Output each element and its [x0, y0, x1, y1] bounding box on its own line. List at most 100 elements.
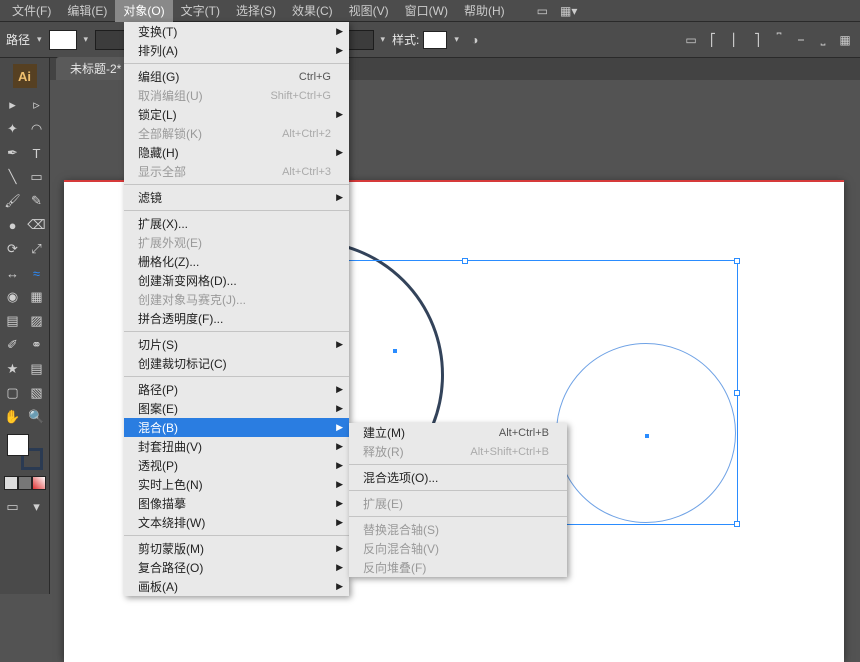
- object-menu-item-3[interactable]: 编组(G)Ctrl+G: [124, 67, 349, 86]
- menu-select[interactable]: 选择(S): [228, 0, 284, 22]
- object-menu-item-25[interactable]: 封套扭曲(V)▶: [124, 437, 349, 456]
- handle-tr[interactable]: [734, 258, 740, 264]
- screen-mode-more-icon[interactable]: ▾: [26, 496, 48, 518]
- chevron-down-icon[interactable]: ▾: [378, 34, 389, 45]
- fill-color[interactable]: [7, 434, 29, 456]
- object-menu-item-22[interactable]: 路径(P)▶: [124, 380, 349, 399]
- magic-wand-tool[interactable]: ✦: [2, 118, 24, 140]
- menu-window[interactable]: 窗口(W): [397, 0, 456, 22]
- perspective-tool[interactable]: ▦: [26, 286, 48, 308]
- menu-item-label: 栅格化(Z)...: [138, 253, 331, 270]
- menu-item-label: 变换(T): [138, 23, 331, 40]
- menu-text[interactable]: 文字(T): [173, 0, 228, 22]
- chevron-down-icon[interactable]: ▾: [451, 34, 462, 45]
- fill-stroke-control[interactable]: [7, 434, 43, 470]
- slice-tool[interactable]: ▧: [26, 382, 48, 404]
- object-menu-item-26[interactable]: 透视(P)▶: [124, 456, 349, 475]
- object-menu-item-10[interactable]: 滤镜▶: [124, 188, 349, 207]
- zoom-tool[interactable]: 🔍: [26, 406, 48, 428]
- warp-tool[interactable]: ≈: [26, 262, 48, 284]
- menu-help[interactable]: 帮助(H): [456, 0, 513, 22]
- object-menu-item-20[interactable]: 创建裁切标记(C): [124, 354, 349, 373]
- eraser-tool[interactable]: ⌫: [26, 214, 48, 236]
- object-menu-item-27[interactable]: 实时上色(N)▶: [124, 475, 349, 494]
- recolor-icon[interactable]: ◑: [466, 31, 484, 49]
- object-menu-item-12[interactable]: 扩展(X)...: [124, 214, 349, 233]
- object-menu-item-28[interactable]: 图像描摹▶: [124, 494, 349, 513]
- rectangle-tool[interactable]: ▭: [26, 166, 48, 188]
- brush-tool[interactable]: 🖌: [2, 190, 24, 212]
- object-menu-item-17[interactable]: 拼合透明度(F)...: [124, 309, 349, 328]
- align-bottom-icon[interactable]: ⎵: [814, 31, 832, 49]
- eyedropper-tool[interactable]: ✐: [2, 334, 24, 356]
- screen-mode-icon[interactable]: ▭: [2, 496, 24, 518]
- selection-tool[interactable]: ▸: [2, 94, 24, 116]
- menu-view[interactable]: 视图(V): [341, 0, 397, 22]
- pencil-tool[interactable]: ✎: [26, 190, 48, 212]
- object-menu-item-1[interactable]: 排列(A)▶: [124, 41, 349, 60]
- symbol-tool[interactable]: ★: [2, 358, 24, 380]
- align-top-icon[interactable]: ⎴: [770, 31, 788, 49]
- menu-object[interactable]: 对象(O): [115, 0, 172, 22]
- chevron-down-icon[interactable]: ▾: [34, 34, 45, 45]
- style-swatch[interactable]: [423, 31, 447, 49]
- handle-br[interactable]: [734, 521, 740, 527]
- object-menu-item-7[interactable]: 隐藏(H)▶: [124, 143, 349, 162]
- object-menu-item-23[interactable]: 图案(E)▶: [124, 399, 349, 418]
- submenu-arrow-icon: ▶: [336, 339, 343, 350]
- type-tool[interactable]: T: [26, 142, 48, 164]
- handle-tc[interactable]: [462, 258, 468, 264]
- menu-file[interactable]: 文件(F): [4, 0, 59, 22]
- menu-effect[interactable]: 效果(C): [284, 0, 341, 22]
- menu-edit[interactable]: 编辑(E): [59, 0, 115, 22]
- object-menu-item-0[interactable]: 变换(T)▶: [124, 22, 349, 41]
- draw-behind-icon[interactable]: [18, 476, 32, 490]
- menu-item-label: 显示全部: [138, 163, 282, 180]
- mesh-tool[interactable]: ▤: [2, 310, 24, 332]
- menu-item-shortcut: Shift+Ctrl+G: [270, 90, 331, 102]
- object-menu-item-14[interactable]: 栅格化(Z)...: [124, 252, 349, 271]
- draw-inside-icon[interactable]: [32, 476, 46, 490]
- blend-tool[interactable]: ⚭: [26, 334, 48, 356]
- scale-tool[interactable]: ⤢: [26, 238, 48, 260]
- object-menu-separator: [124, 210, 349, 211]
- align-left-icon[interactable]: ⎡: [704, 31, 722, 49]
- blend-menu-item-3[interactable]: 混合选项(O)...: [349, 468, 567, 487]
- align-middle-icon[interactable]: ⎯: [792, 31, 810, 49]
- align-icon[interactable]: ▭: [682, 31, 700, 49]
- draw-normal-icon[interactable]: [4, 476, 18, 490]
- graph-tool[interactable]: ▤: [26, 358, 48, 380]
- align-right-icon[interactable]: ⎤: [748, 31, 766, 49]
- layout-icon[interactable]: ▦▾: [554, 2, 583, 20]
- object-menu-item-5[interactable]: 锁定(L)▶: [124, 105, 349, 124]
- artboard-tool[interactable]: ▢: [2, 382, 24, 404]
- fill-swatch[interactable]: [49, 30, 77, 50]
- blob-brush-tool[interactable]: ●: [2, 214, 24, 236]
- pen-tool[interactable]: ✒: [2, 142, 24, 164]
- blend-menu-item-0[interactable]: 建立(M)Alt+Ctrl+B: [349, 423, 567, 442]
- shape-builder-tool[interactable]: ◉: [2, 286, 24, 308]
- menu-item-label: 建立(M): [363, 424, 499, 441]
- submenu-arrow-icon: ▶: [336, 441, 343, 452]
- object-menu-item-15[interactable]: 创建渐变网格(D)...: [124, 271, 349, 290]
- submenu-arrow-icon: ▶: [336, 498, 343, 509]
- hand-tool[interactable]: ✋: [2, 406, 24, 428]
- align-center-icon[interactable]: ⎢: [726, 31, 744, 49]
- handle-rc[interactable]: [734, 390, 740, 396]
- direct-selection-tool[interactable]: ▹: [26, 94, 48, 116]
- transform-icon[interactable]: ▦: [836, 31, 854, 49]
- rotate-tool[interactable]: ⟳: [2, 238, 24, 260]
- object-menu-item-32[interactable]: 复合路径(O)▶: [124, 558, 349, 577]
- line-tool[interactable]: ╲: [2, 166, 24, 188]
- chevron-down-icon[interactable]: ▾: [81, 34, 92, 45]
- gradient-tool[interactable]: ▨: [26, 310, 48, 332]
- object-menu-item-31[interactable]: 剪切蒙版(M)▶: [124, 539, 349, 558]
- object-menu-item-19[interactable]: 切片(S)▶: [124, 335, 349, 354]
- menu-item-label: 排列(A): [138, 42, 331, 59]
- lasso-tool[interactable]: ◠: [26, 118, 48, 140]
- doc-icon[interactable]: ▭: [531, 2, 554, 20]
- object-menu-item-29[interactable]: 文本绕排(W)▶: [124, 513, 349, 532]
- object-menu-item-24[interactable]: 混合(B)▶: [124, 418, 349, 437]
- object-menu-item-33[interactable]: 画板(A)▶: [124, 577, 349, 596]
- width-tool[interactable]: ↔: [2, 262, 24, 284]
